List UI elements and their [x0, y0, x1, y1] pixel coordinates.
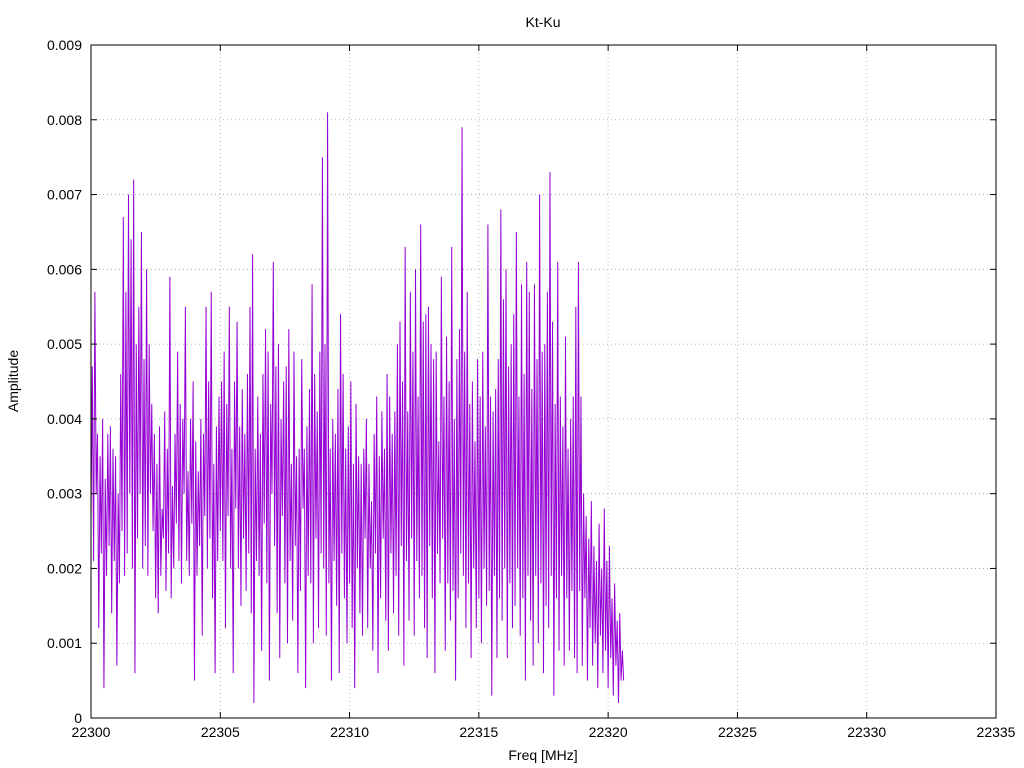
y-tick-label: 0.002 [47, 560, 82, 576]
y-tick-label: 0 [74, 710, 82, 726]
x-tick-label: 22315 [459, 724, 498, 740]
y-tick-label: 0.004 [47, 411, 82, 427]
chart: Kt-Ku 22300 22305 22310 22315 22320 22325 2233… [5, 14, 1016, 763]
y-tick-label: 0.003 [47, 486, 82, 502]
x-tick-label: 22310 [330, 724, 369, 740]
y-tick-label: 0.005 [47, 336, 82, 352]
x-tick-label: 22325 [718, 724, 757, 740]
y-tick-label: 0.007 [47, 187, 82, 203]
x-tick-label: 22330 [847, 724, 886, 740]
axis-ticks: 22300 22305 22310 22315 22320 22325 22330 22335… [47, 37, 1016, 740]
series-line [90, 112, 625, 704]
y-tick-label: 0.006 [47, 261, 82, 277]
x-tick-label: 22305 [201, 724, 240, 740]
chart-title: Kt-Ku [525, 14, 560, 30]
y-tick-label: 0.008 [47, 112, 82, 128]
x-tick-label: 22320 [589, 724, 628, 740]
y-tick-label: 0.001 [47, 635, 82, 651]
y-axis-label: Amplitude [5, 350, 21, 412]
x-axis-label: Freq [MHz] [508, 747, 577, 763]
x-tick-label: 22300 [72, 724, 111, 740]
y-tick-label: 0.009 [47, 37, 82, 53]
x-tick-label: 22335 [977, 724, 1016, 740]
